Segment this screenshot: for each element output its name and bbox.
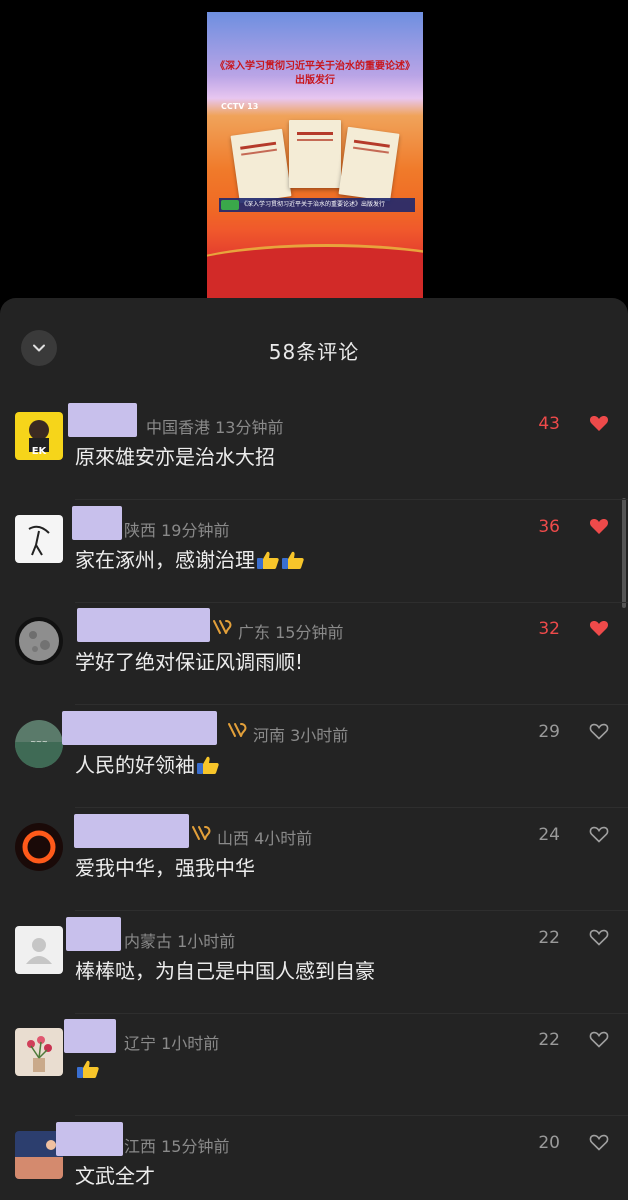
heart-filled-icon[interactable] [589,619,609,637]
heart-filled-icon[interactable] [589,414,609,432]
avatar[interactable] [15,617,63,666]
avatar[interactable]: EK [15,412,63,460]
username-redacted[interactable] [77,608,210,643]
vip-badge-icon [227,722,249,738]
comment-text: 文武全才 [75,1160,155,1189]
comment-text: 人民的好领袖 [75,749,220,778]
comment-text: 棒棒哒，为自己是中国人感到自豪 [75,955,375,984]
comment-meta: 辽宁 1小时前 [124,1034,220,1054]
comment-item[interactable]: 广东 15分钟前学好了绝对保证风调雨顺! 32 [0,603,628,706]
like-count: 22 [538,927,560,948]
heart-outline-icon[interactable] [589,722,609,740]
comment-item[interactable]: ~~~ 河南 3小时前人民的好领袖 29 [0,706,628,809]
sheet-header: 58条评论 [0,298,628,398]
username-redacted[interactable] [64,1019,116,1054]
vip-badge-icon [191,825,213,841]
video-caption: 《深入学习贯彻习近平关于治水的重要论述》出版发行 [219,198,415,212]
video-title-line2: 出版发行 [295,75,335,86]
video-preview[interactable]: 《深入学习贯彻习近平关于治水的重要论述》 出版发行 CCTV 13 《深入学习贯… [207,12,423,300]
comment-item[interactable]: 山西 4小时前爱我中华，强我中华 24 [0,809,628,911]
like-count: 36 [538,516,560,537]
avatar[interactable] [15,1028,63,1077]
svg-text:EK: EK [32,446,48,457]
like-count: 43 [538,414,560,434]
comment-meta: 内蒙古 1小时前 [124,931,236,951]
like-count: 24 [538,824,560,845]
svg-text:~~~: ~~~ [30,738,48,746]
comment-item[interactable]: 陕西 19分钟前家在涿州，感谢治理 36 [0,501,628,603]
comment-text: 爱我中华，强我中华 [75,852,255,881]
username-redacted[interactable] [72,505,122,540]
comment-item[interactable]: 内蒙古 1小时前棒棒哒，为自己是中国人感到自豪 22 [0,912,628,1014]
comment-meta: 山西 4小时前 [217,828,313,848]
comment-text: 学好了绝对保证风调雨顺! [75,646,303,675]
video-title-line1: 《深入学习贯彻习近平关于治水的重要论述》 [215,61,415,72]
heart-outline-icon[interactable] [589,928,609,946]
comment-text-content: 家在涿州，感谢治理 [75,547,255,572]
comment-meta: 中国香港 13分钟前 [146,418,284,437]
vip-badge-icon [212,619,234,635]
thumbs-up-emoji-icon [282,551,304,569]
like-count: 29 [538,722,560,743]
comment-meta: 河南 3小时前 [253,726,349,746]
book-cover [338,126,400,202]
comment-item[interactable]: 江西 15分钟前文武全才 20 [0,1117,628,1200]
comment-text-content: 爱我中华，强我中华 [75,855,255,880]
decorative-ribbon [207,244,423,300]
comment-text-content: 学好了绝对保证风调雨顺! [75,650,304,675]
comment-text-content: 原來雄安亦是治水大招 [75,445,275,469]
like-count: 22 [538,1030,560,1051]
video-title: 《深入学习贯彻习近平关于治水的重要论述》 出版发行 [215,60,415,88]
heart-outline-icon[interactable] [589,825,609,843]
username-redacted[interactable] [66,916,121,951]
comment-text: 原來雄安亦是治水大招 [75,441,275,470]
comment-text [75,1057,100,1081]
like-count: 32 [538,619,560,640]
thumbs-up-emoji-icon [197,756,219,775]
comment-item[interactable]: EK 中国香港 13分钟前原來雄安亦是治水大招 43 [0,398,628,500]
comment-meta: 江西 15分钟前 [124,1136,230,1156]
comment-count-title: 58条评论 [268,340,360,364]
book-cover [230,128,292,204]
heart-outline-icon[interactable] [589,1133,609,1151]
username-redacted[interactable] [74,813,189,848]
like-count: 20 [538,1132,560,1153]
thumbs-up-emoji-icon [77,1060,99,1079]
comment-text-content: 棒棒哒，为自己是中国人感到自豪 [75,958,375,983]
book-cover [289,120,341,188]
cctv-logo: CCTV 13 [221,102,259,111]
comment-meta: 陕西 19分钟前 [124,520,230,540]
thumbs-up-emoji-icon [257,551,279,569]
heart-filled-icon[interactable] [589,517,609,535]
comment-text-content: 文武全才 [75,1163,155,1188]
comment-text: 家在涿州，感谢治理 [75,544,305,573]
username-redacted[interactable] [68,403,137,437]
avatar[interactable] [15,822,63,871]
avatar[interactable]: ~~~ [15,720,63,769]
comment-text-content: 人民的好领袖 [75,753,195,778]
heart-outline-icon[interactable] [589,1030,609,1048]
comment-meta: 广东 15分钟前 [238,623,344,643]
avatar[interactable] [15,925,63,974]
comment-item[interactable]: 辽宁 1小时前 22 [0,1014,628,1117]
username-redacted[interactable] [62,711,217,746]
username-redacted[interactable] [56,1121,123,1156]
avatar[interactable] [15,514,63,563]
comment-sheet: 58条评论 EK 中国香港 13分钟前原來雄安亦是治水大招 43 陕西 19分钟前家在… [0,298,628,1200]
